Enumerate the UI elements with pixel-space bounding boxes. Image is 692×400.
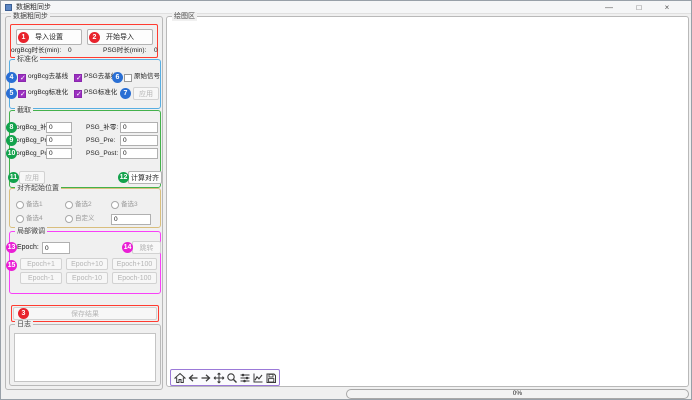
save-result-button[interactable]: 保存结果 <box>13 307 157 320</box>
step-badge-15: 15 <box>6 260 17 271</box>
step-badge-6: 6 <box>112 72 123 83</box>
left-panel-title: 数据粗同步 <box>11 12 50 21</box>
save-figure-icon[interactable] <box>265 372 277 384</box>
step-badge-14: 14 <box>122 242 133 253</box>
psg-detrend-checkbox[interactable] <box>74 74 82 82</box>
epoch-label: Epoch: <box>17 243 39 253</box>
forward-arrow-icon[interactable] <box>200 372 212 384</box>
option4-label: 备选4 <box>26 214 43 224</box>
step-badge-9: 9 <box>6 135 17 146</box>
psg-pad-input[interactable] <box>120 122 158 133</box>
align-start-title: 对齐起始位置 <box>15 184 61 193</box>
app-window: 数据粗同步 — □ × 数据粗同步 导入设置 1 开始导入 2 orgBcg时长… <box>0 0 692 400</box>
left-panel-group: 数据粗同步 导入设置 1 开始导入 2 orgBcg时长(min): 0 PSG… <box>5 16 163 390</box>
orgbcg-duration-value: 0 <box>68 46 72 56</box>
epoch-plus-10-button[interactable]: Epoch+10 <box>66 258 108 270</box>
step-badge-13: 13 <box>6 242 17 253</box>
title-bar: 数据粗同步 — □ × <box>1 1 691 14</box>
zoom-icon[interactable] <box>226 372 238 384</box>
customize-plot-icon[interactable] <box>252 372 264 384</box>
option4-radio[interactable] <box>16 215 24 223</box>
fine-tune-group: 局部微调 13 Epoch: 14 跳转 15 Epoch+1 Epoch+10… <box>9 231 161 294</box>
psg-pre-label: PSG_Pre: <box>86 136 115 146</box>
epoch-minus-10-button[interactable]: Epoch-10 <box>66 272 108 284</box>
raw-signal-checkbox[interactable] <box>124 74 132 82</box>
psg-post-input[interactable] <box>120 148 158 159</box>
custom-label: 自定义 <box>75 214 95 224</box>
orgbcg-post-input[interactable] <box>46 148 72 159</box>
subplots-config-icon[interactable] <box>239 372 251 384</box>
normalization-group: 标准化 4 orgBcg去基线 PSG去基线 6 原始信号 5 orgBcg标准… <box>9 59 161 109</box>
close-icon[interactable]: × <box>655 1 679 14</box>
plot-canvas[interactable] <box>169 21 686 366</box>
progress-bar: 0% <box>346 389 689 399</box>
step-badge-3: 3 <box>18 308 29 319</box>
step-badge-2: 2 <box>89 32 100 43</box>
step-badge-5: 5 <box>6 88 17 99</box>
raw-signal-label: 原始信号 <box>134 72 160 82</box>
pan-icon[interactable] <box>213 372 225 384</box>
log-group: 日志 <box>9 324 161 386</box>
step-badge-4: 4 <box>6 72 17 83</box>
psg-duration-value: 0 <box>154 46 158 56</box>
orgbcg-standardize-label: orgBcg标准化 <box>28 88 68 98</box>
psg-pad-label: PSG_补零: <box>86 123 118 133</box>
epoch-minus-1-button[interactable]: Epoch-1 <box>20 272 62 284</box>
custom-radio[interactable] <box>65 215 73 223</box>
psg-duration-label: PSG时长(min): <box>103 46 146 56</box>
step-badge-1: 1 <box>18 32 29 43</box>
fine-tune-title: 局部微调 <box>15 227 47 236</box>
step-badge-8: 8 <box>6 122 17 133</box>
plot-toolbar <box>170 369 280 386</box>
epoch-plus-100-button[interactable]: Epoch+100 <box>112 258 157 270</box>
plot-panel-group: 绘图区 <box>166 16 689 387</box>
maximize-icon[interactable]: □ <box>627 1 651 14</box>
custom-position-input[interactable] <box>111 214 151 225</box>
orgbcg-pre-input[interactable] <box>46 135 72 146</box>
step-badge-7: 7 <box>120 88 131 99</box>
orgbcg-detrend-checkbox[interactable] <box>18 74 26 82</box>
epoch-plus-1-button[interactable]: Epoch+1 <box>20 258 62 270</box>
psg-post-label: PSG_Post: <box>86 149 118 159</box>
orgbcg-pad-input[interactable] <box>46 122 72 133</box>
minimize-icon[interactable]: — <box>597 1 621 14</box>
calc-align-button[interactable]: 计算对齐 <box>128 171 162 184</box>
save-box: 保存结果 3 <box>11 305 159 322</box>
option2-radio[interactable] <box>65 201 73 209</box>
epoch-jump-button[interactable]: 跳转 <box>132 241 161 254</box>
epoch-input[interactable] <box>42 242 70 254</box>
orgbcg-standardize-checkbox[interactable] <box>18 90 26 98</box>
normalization-apply-button[interactable]: 应用 <box>133 87 159 100</box>
step-badge-10: 10 <box>6 148 17 159</box>
home-icon[interactable] <box>174 372 186 384</box>
option1-radio[interactable] <box>16 201 24 209</box>
epoch-minus-100-button[interactable]: Epoch-100 <box>112 272 157 284</box>
app-icon <box>5 4 12 11</box>
step-badge-12: 12 <box>118 172 129 183</box>
log-textarea[interactable] <box>14 333 156 382</box>
clip-group: 截取 8 orgBcg_补零: PSG_补零: 9 orgBcg_Pre: PS… <box>9 110 161 188</box>
option3-label: 备选3 <box>121 200 138 210</box>
back-arrow-icon[interactable] <box>187 372 199 384</box>
log-title: 日志 <box>15 320 33 329</box>
orgbcg-detrend-label: orgBcg去基线 <box>28 72 68 82</box>
clip-apply-button[interactable]: 应用 <box>19 171 45 184</box>
clip-title: 截取 <box>15 106 33 115</box>
option1-label: 备选1 <box>26 200 43 210</box>
option2-label: 备选2 <box>75 200 92 210</box>
normalization-title: 标准化 <box>15 55 40 64</box>
align-start-group: 对齐起始位置 备选1 备选2 备选3 备选4 自定义 <box>9 188 161 228</box>
psg-pre-input[interactable] <box>120 135 158 146</box>
option3-radio[interactable] <box>111 201 119 209</box>
psg-standardize-label: PSG标准化 <box>84 88 117 98</box>
plot-panel-title: 绘图区 <box>172 12 197 21</box>
psg-standardize-checkbox[interactable] <box>74 90 82 98</box>
step-badge-11: 11 <box>8 172 19 183</box>
